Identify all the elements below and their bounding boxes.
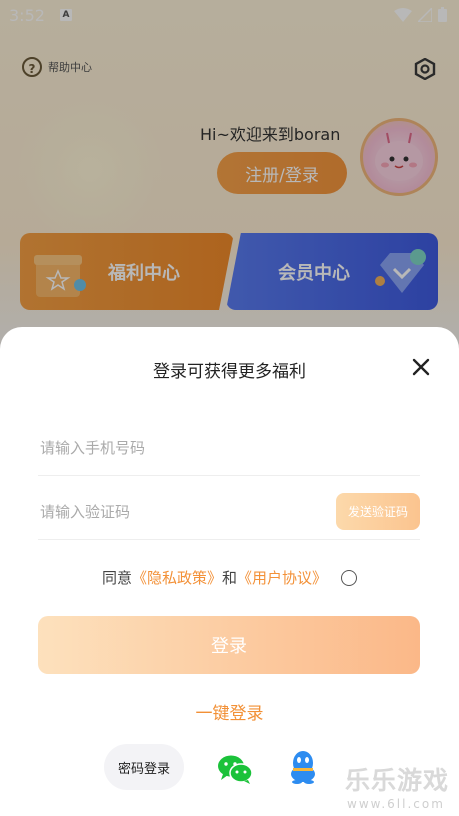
send-code-button[interactable]: 发送验证码 (336, 493, 420, 530)
watermark-brand: 乐乐游戏 (345, 766, 450, 795)
login-bottom-sheet: 登录可获得更多福利 发送验证码 同意 《隐私政策》 和 《用户协议》 登录 一键… (0, 327, 459, 816)
one-key-login-link[interactable]: 一键登录 (0, 699, 459, 724)
privacy-policy-link[interactable]: 《隐私政策》 (132, 567, 222, 588)
phone-field (38, 419, 420, 476)
wechat-icon[interactable] (217, 754, 253, 784)
code-field: 发送验证码 (38, 483, 420, 540)
agree-prefix: 同意 (101, 569, 132, 587)
login-sheet-title: 登录可获得更多福利 (153, 362, 306, 382)
password-login-button[interactable]: 密码登录 (104, 744, 184, 790)
qq-icon[interactable] (288, 750, 318, 784)
login-button[interactable]: 登录 (38, 616, 420, 674)
agreement-row: 同意 《隐私政策》 和 《用户协议》 (0, 567, 459, 588)
verification-code-input[interactable] (38, 491, 322, 533)
user-agreement-link[interactable]: 《用户协议》 (237, 567, 327, 588)
phone-input[interactable] (38, 427, 322, 469)
close-icon[interactable] (410, 356, 432, 378)
agreement-radio[interactable] (341, 569, 358, 586)
agree-and: 和 (222, 569, 238, 587)
watermark-url: www.6ll.com (347, 797, 445, 811)
watermark: 乐乐游戏 www.6ll.com (345, 761, 457, 813)
